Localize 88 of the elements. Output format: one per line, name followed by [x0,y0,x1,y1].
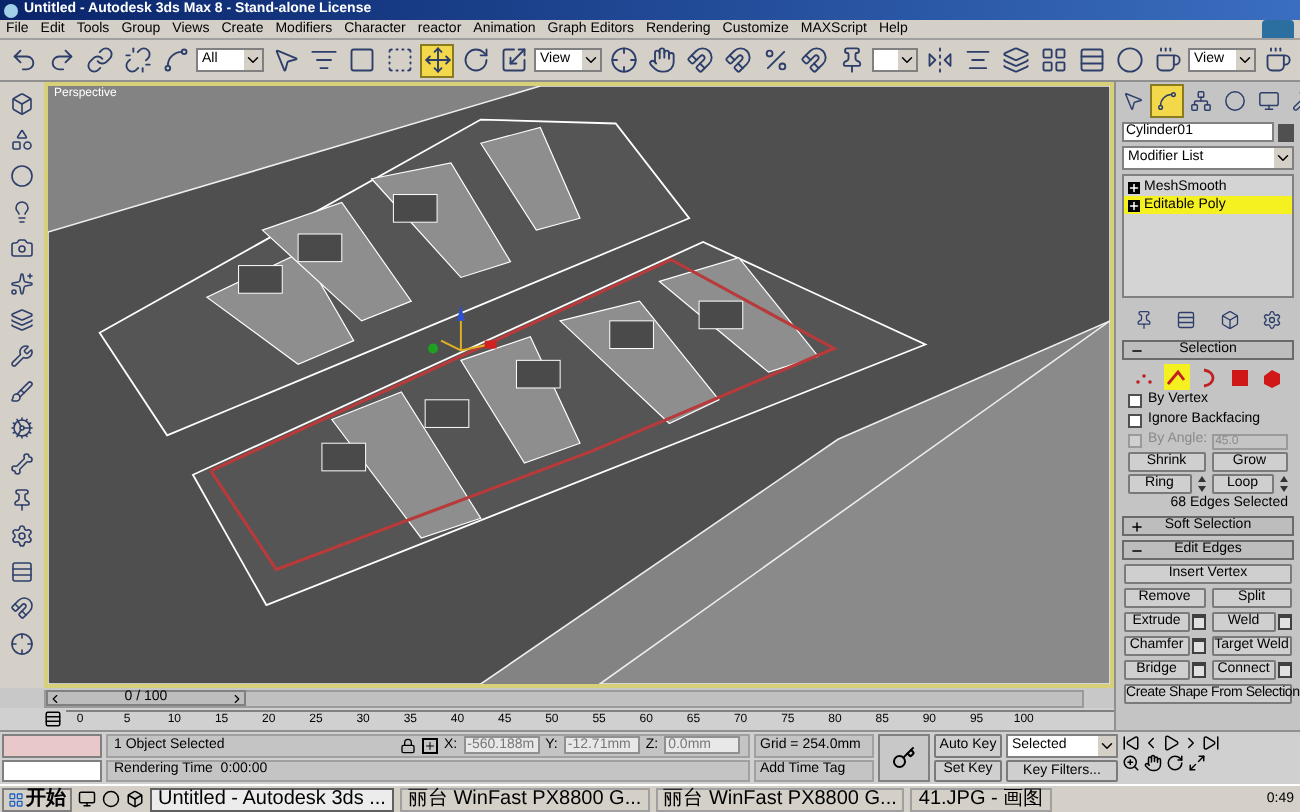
snap-icon [685,46,713,74]
taskbar-task[interactable]: 丽台 WinFast PX8800 G... [399,787,650,811]
next-icon[interactable] [230,691,244,705]
caret-icon [1274,148,1292,168]
move-icon [423,46,451,74]
set-key-mode-button[interactable] [878,734,930,782]
bone-icon [10,451,34,475]
unlink-icon [123,46,151,74]
settings-box-icon[interactable] [1191,662,1205,678]
caret-icon [898,50,916,70]
lock-icon[interactable] [400,737,416,754]
region-icon [347,46,375,74]
app-icon [4,3,18,17]
previous-frame-icon[interactable] [1142,734,1160,752]
layers-icon [1001,46,1029,74]
taskbar-task[interactable]: 丽台 WinFast PX8800 G... [655,787,905,811]
magnet-icon [10,595,34,619]
modify-tab-button[interactable] [1150,84,1184,118]
pan-icon[interactable] [1144,754,1162,772]
checkbox[interactable] [1128,414,1142,428]
light-icon [10,199,34,223]
caret-icon [1098,736,1116,756]
rows-icon [10,559,34,583]
caret-icon [1236,50,1254,70]
maximize-icon[interactable] [1188,754,1206,772]
pin-icon [10,487,34,511]
settings-box-icon[interactable] [1191,614,1205,630]
curve-icon [1156,90,1178,112]
settings-box-icon[interactable] [1278,662,1292,678]
move-button[interactable] [420,43,454,77]
caret-icon [244,50,262,70]
settings-icon [10,523,34,547]
caret-icon [582,50,600,70]
camera-icon [10,235,34,259]
link-icon [85,46,113,74]
box-icon [10,91,34,115]
crosshair-icon [10,631,34,655]
spinner-arrows-icon[interactable] [1280,476,1288,492]
taskbar-task[interactable]: Untitled - Autodesk 3ds ... [150,787,394,811]
previous-icon[interactable] [48,691,62,705]
circle-icon [1224,90,1246,112]
start-button[interactable]: 开始 [2,787,72,811]
play-icon[interactable] [1162,734,1180,752]
go-to-start-icon[interactable] [1122,734,1140,752]
gear-icon [10,415,34,439]
layers-icon [10,307,34,331]
shapes-icon [10,127,34,151]
go-to-end-icon[interactable] [1202,734,1220,752]
sphere-icon [10,163,34,187]
mirror-icon [925,46,953,74]
scale-icon [499,46,527,74]
cursor-icon [1122,90,1144,112]
expand-icon[interactable] [1128,181,1140,193]
layers-button[interactable] [998,43,1032,77]
align-icon [963,46,991,74]
expand-icon [1130,519,1144,533]
settings-box-icon[interactable] [1191,638,1205,654]
sparkle-icon [10,271,34,295]
maxscript-listener-field[interactable] [2,734,102,757]
wrench-icon [10,343,34,367]
key-icon [892,746,916,770]
link-button[interactable] [82,43,116,77]
percent-snap-icon [761,46,789,74]
edge-mode-icon[interactable] [1163,364,1189,390]
object-color-swatch[interactable] [1278,123,1294,141]
next-frame-icon[interactable] [1182,734,1200,752]
named-selection-field[interactable] [872,48,918,72]
orbit-icon[interactable] [1166,754,1184,772]
maxscript-input-field[interactable] [2,759,102,782]
settings-box-icon[interactable] [1278,614,1292,630]
snap-button[interactable] [682,43,716,77]
element-mode-icon[interactable] [1259,364,1285,390]
undo-icon [9,46,37,74]
logo-icon [1262,20,1294,38]
expand-icon[interactable] [1128,199,1140,211]
spinner-arrows-icon[interactable] [1197,476,1205,492]
redo-icon [47,46,75,74]
brush-icon [10,379,34,403]
unlink-button[interactable] [120,43,154,77]
monitor-icon [1258,90,1280,112]
rotate-icon [461,46,489,74]
checkbox[interactable] [1128,394,1142,408]
desktop-icon[interactable] [78,790,96,808]
zoom-icon[interactable] [1122,754,1140,772]
polygon-mode-icon[interactable] [1227,364,1253,390]
select-icon [271,46,299,74]
hierarchy-icon [1190,90,1212,112]
taskbar-task[interactable]: 41.JPG - 画图 [910,787,1052,811]
